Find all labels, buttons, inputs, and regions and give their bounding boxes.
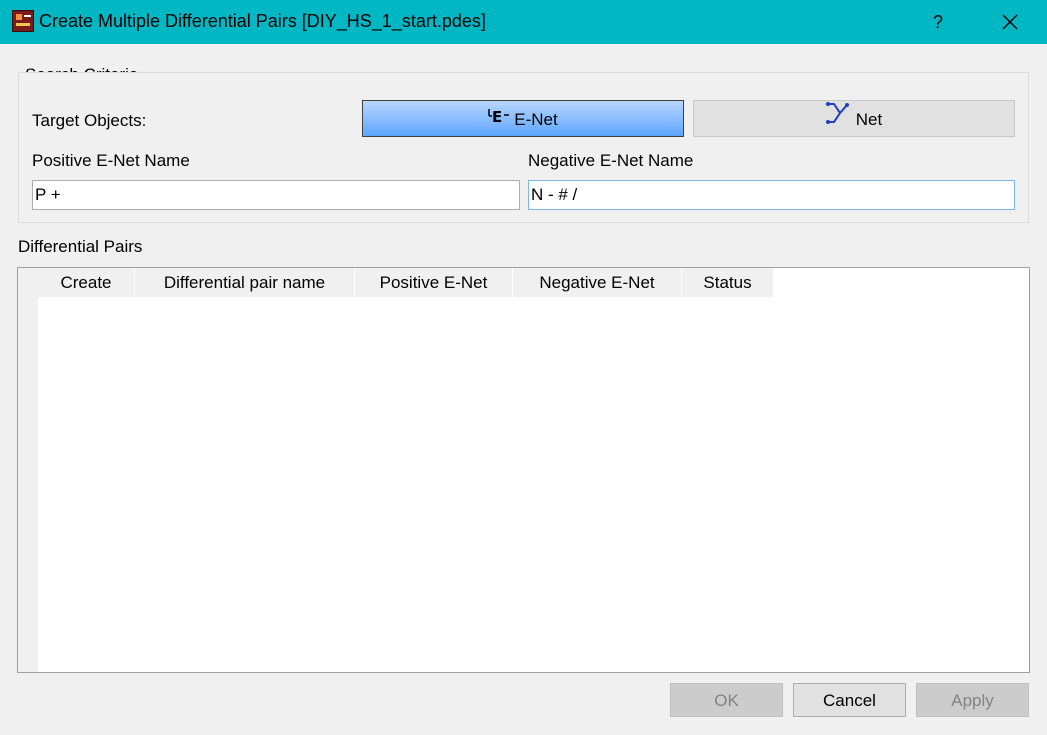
- column-header-positive-enet[interactable]: Positive E-Net: [355, 268, 513, 297]
- enet-toggle-label: E-Net: [514, 110, 558, 129]
- positive-enet-name-input[interactable]: [32, 180, 520, 210]
- window-title: Create Multiple Differential Pairs [DIY_…: [39, 11, 486, 31]
- negative-enet-name-label: Negative E-Net Name: [528, 151, 694, 170]
- column-header-create[interactable]: Create: [38, 268, 135, 297]
- svg-text:E: E: [492, 108, 502, 125]
- column-header-negative-enet[interactable]: Negative E-Net: [513, 268, 682, 297]
- close-icon: [1002, 14, 1018, 30]
- column-header-differential-pair-name[interactable]: Differential pair name: [135, 268, 355, 297]
- table-header: Create Differential pair name Positive E…: [38, 268, 774, 297]
- net-toggle-label: Net: [855, 110, 883, 129]
- help-button[interactable]: ?: [920, 4, 956, 40]
- differential-pairs-table[interactable]: Create Differential pair name Positive E…: [17, 267, 1030, 673]
- row-header-gutter: [18, 268, 38, 672]
- target-objects-label: Target Objects:: [32, 111, 147, 130]
- apply-button[interactable]: Apply: [916, 683, 1029, 717]
- net-toggle-button[interactable]: Net: [693, 100, 1015, 137]
- ok-button[interactable]: OK: [670, 683, 783, 717]
- differential-pairs-label: Differential Pairs: [18, 237, 143, 256]
- enet-toggle-button[interactable]: E E-Net: [362, 100, 684, 137]
- app-icon: [12, 10, 34, 32]
- column-header-status[interactable]: Status: [682, 268, 774, 297]
- close-button[interactable]: [990, 4, 1030, 40]
- enet-icon: E: [488, 101, 510, 138]
- cancel-button[interactable]: Cancel: [793, 683, 906, 717]
- title-bar: Create Multiple Differential Pairs [DIY_…: [0, 0, 1047, 44]
- negative-enet-name-input[interactable]: [528, 180, 1015, 210]
- positive-enet-name-label: Positive E-Net Name: [32, 151, 190, 170]
- net-icon: [825, 101, 852, 138]
